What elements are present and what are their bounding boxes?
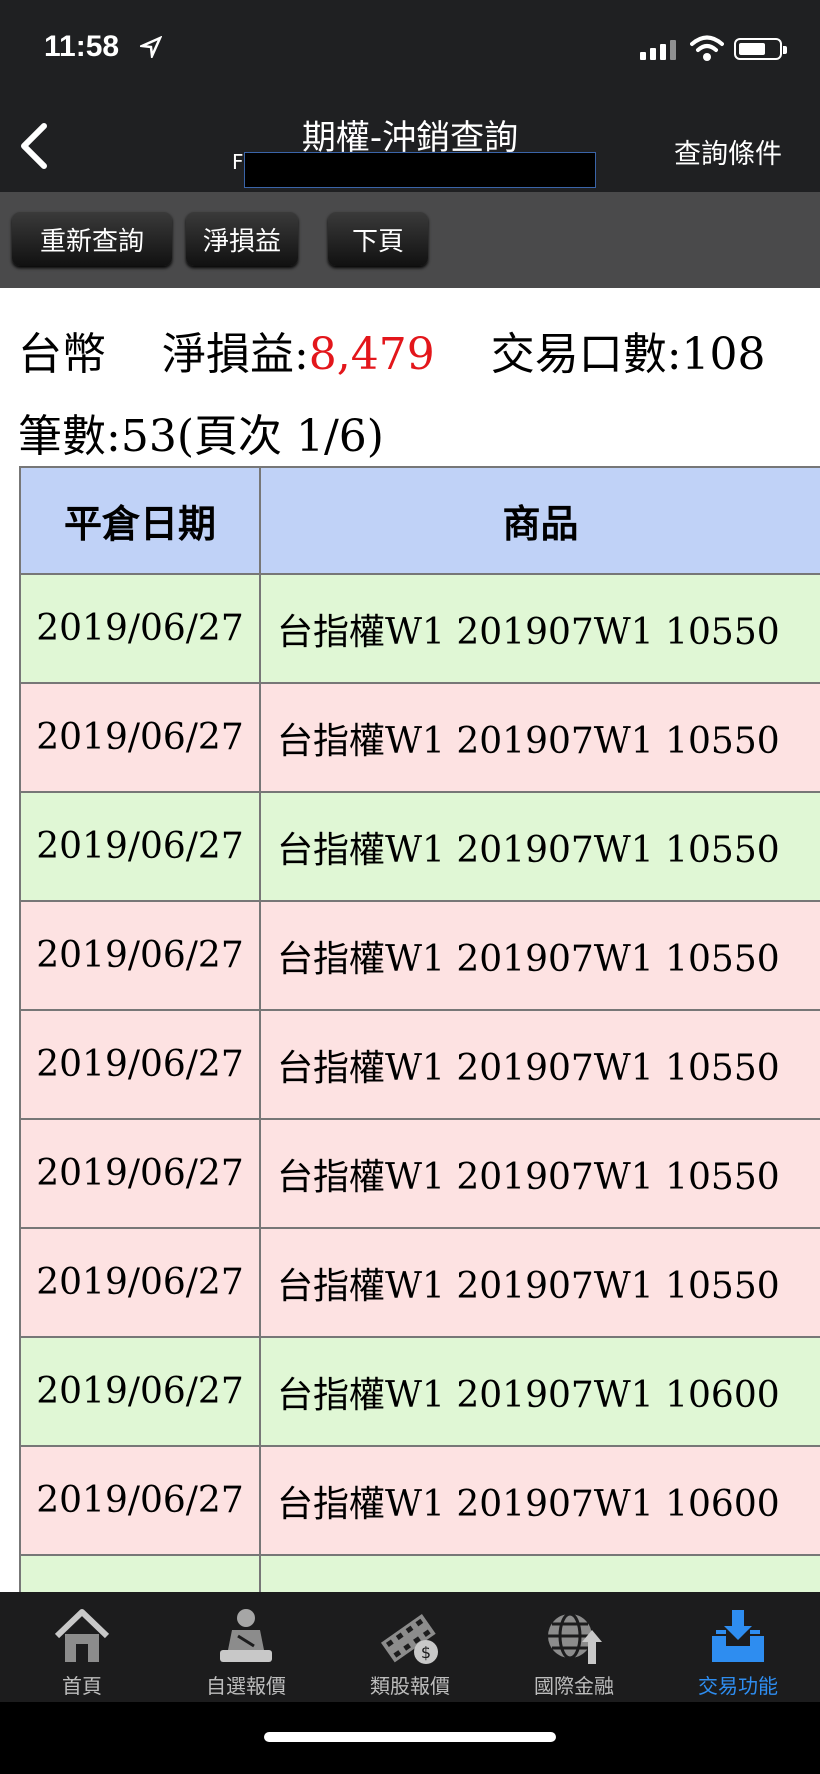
requery-button[interactable]: 重新查詢 [12,212,172,266]
action-toolbar: 重新查詢 淨損益 下頁 [0,192,820,288]
net-pl-value: 8,479 [308,329,435,380]
count-label: 筆數: [18,411,121,462]
watchlist-person-icon [214,1606,278,1672]
status-time: 11:58 [44,30,120,63]
table-header-row: 平倉日期 商品 [19,466,820,575]
tab-international-finance[interactable]: 國際金融 [492,1592,656,1702]
trade-inbox-icon [706,1606,770,1672]
product-cell: 台指權W1 201907W1 10600 [277,1483,780,1525]
home-icon [51,1606,113,1672]
battery-icon [734,38,787,60]
nav-bar: 期權-沖銷查詢 F 查詢條件 [0,100,820,192]
close-date-cell: 2019/06/27 [19,575,261,682]
account-redaction [244,152,596,188]
tab-watchlist-label: 自選報價 [206,1674,286,1698]
header-product: 商品 [502,502,579,546]
offset-records-table: 平倉日期 商品 2019/06/27 台指權W1 201907W1 10550 20… [19,466,820,1592]
product-cell: 台指權 [261,1556,820,1592]
query-conditions-button[interactable]: 查詢條件 [674,132,782,171]
film-coin-icon: $ [378,1606,442,1672]
close-date-cell: 2019/06/27 [19,1011,261,1118]
product-cell: 台指權W1 201907W1 10550 [277,829,780,871]
account-id: F [232,150,244,174]
table-row[interactable]: 2019/06/27 台指權W1 201907W1 10550 [19,902,820,1011]
home-indicator-area [0,1702,820,1774]
tab-watchlist[interactable]: 自選報價 [164,1592,328,1702]
close-date-cell: 2019/06/27 [19,1229,261,1336]
tab-international-finance-label: 國際金融 [534,1674,614,1698]
close-date-cell: 2019/06/27 [19,1447,261,1554]
close-date-cell: 2019/06/27 [19,1338,261,1445]
status-bar: 11:58 [0,0,820,100]
tab-sector-quotes-label: 類股報價 [370,1674,450,1698]
table-row[interactable]: 2019/06/27 台指權W1 201907W1 10550 [19,1011,820,1120]
product-cell: 台指權W1 201907W1 10550 [277,611,780,653]
product-cell: 台指權W1 201907W1 10550 [277,938,780,980]
lots-label: 交易口數: [490,329,682,380]
close-date-cell: 2019/06/27 [19,793,261,900]
net-pl-label: 淨損益: [161,329,309,380]
currency-label: 台幣 [18,329,106,380]
close-date-cell: 2019/06/27 [19,1556,261,1592]
globe-icon [542,1606,606,1672]
summary-line-2: 筆數:53(頁次 1/6) [18,400,384,464]
count-value: 53 [120,411,177,462]
table-row[interactable]: 2019/06/27 台指權W1 201907W1 10550 [19,684,820,793]
table-row[interactable]: 2019/06/27 台指權W1 201907W1 10550 [19,1120,820,1229]
table-row[interactable]: 2019/06/27 台指權W1 201907W1 10550 [19,1229,820,1338]
tab-sector-quotes[interactable]: $ 類股報價 [328,1592,492,1702]
net-pl-button[interactable]: 淨損益 [186,212,298,266]
header-close-date: 平倉日期 [19,468,261,573]
tab-home-label: 首頁 [62,1674,102,1698]
lots-value: 108 [681,329,766,380]
product-cell: 台指權W1 201907W1 10550 [277,720,780,762]
product-cell: 台指權W1 201907W1 10550 [277,1156,780,1198]
close-date-cell: 2019/06/27 [19,684,261,791]
home-indicator[interactable] [264,1732,556,1742]
tab-trading[interactable]: 交易功能 [656,1592,820,1702]
product-cell: 台指權W1 201907W1 10550 [277,1265,780,1307]
location-arrow-icon [137,35,163,64]
table-row[interactable]: 2019/06/27台指權 [19,1556,820,1592]
table-row[interactable]: 2019/06/27 台指權W1 201907W1 10600 [19,1338,820,1447]
table-row[interactable]: 2019/06/27 台指權W1 201907W1 10600 [19,1447,820,1556]
product-cell: 台指權W1 201907W1 10550 [277,1047,780,1089]
tab-home[interactable]: 首頁 [0,1592,164,1702]
bottom-tab-bar: 首頁 自選報價 $ 類股報價 國際金融 交易功能 [0,1592,820,1702]
page-indicator: (頁次 1/6) [176,411,384,462]
next-page-button[interactable]: 下頁 [328,212,428,266]
table-row[interactable]: 2019/06/27 台指權W1 201907W1 10550 [19,793,820,902]
tab-trading-label: 交易功能 [698,1674,778,1698]
table-row[interactable]: 2019/06/27 台指權W1 201907W1 10550 [19,575,820,684]
wifi-icon [690,34,724,66]
svg-text:$: $ [421,1643,431,1662]
close-date-cell: 2019/06/27 [19,902,261,1009]
summary-line-1: 台幣 淨損益:8,479 交易口數:108 [18,318,766,382]
close-date-cell: 2019/06/27 [19,1120,261,1227]
cellular-signal-icon [640,40,676,60]
product-cell: 台指權W1 201907W1 10600 [277,1374,780,1416]
